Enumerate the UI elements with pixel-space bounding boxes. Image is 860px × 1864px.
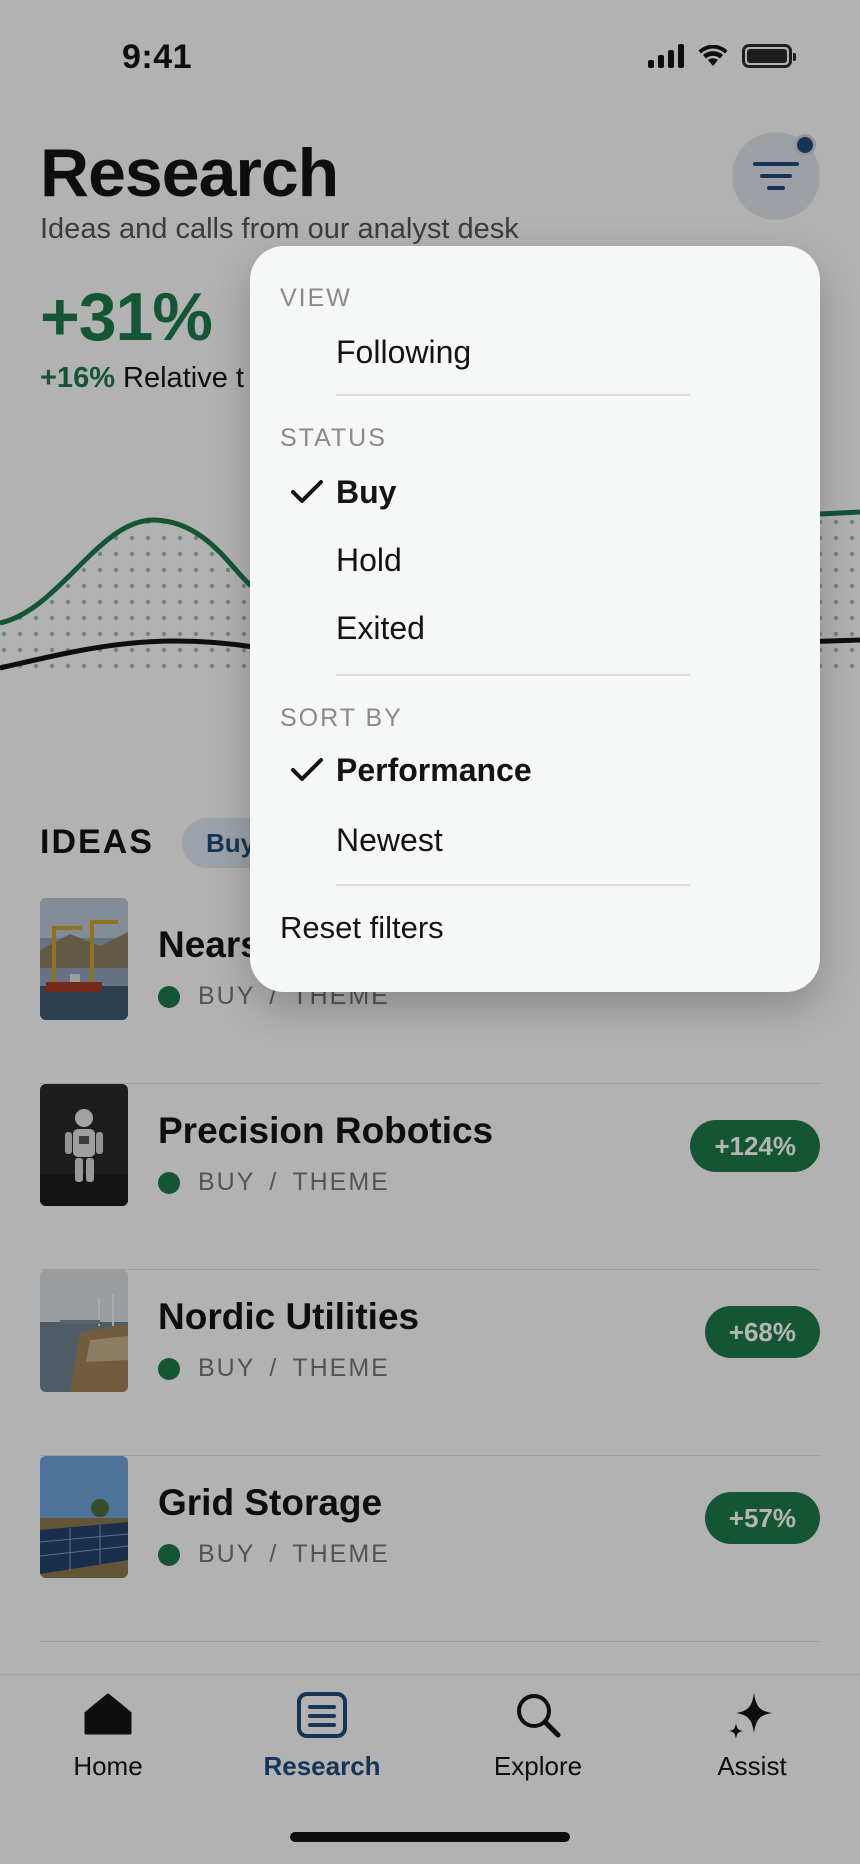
menu-section-status: STATUS: [280, 424, 387, 452]
menu-divider: [336, 674, 690, 676]
menu-item-hold[interactable]: Hold: [336, 542, 402, 579]
filter-menu: VIEW Following STATUS Buy Hold Exited SO…: [250, 246, 820, 992]
menu-item-exited[interactable]: Exited: [336, 610, 425, 647]
checkmark-icon: [291, 758, 323, 781]
menu-divider: [336, 884, 690, 886]
menu-section-sort: SORT BY: [280, 704, 403, 732]
menu-divider: [336, 394, 690, 396]
menu-item-buy[interactable]: Buy: [336, 474, 396, 511]
menu-section-view: VIEW: [280, 284, 352, 312]
reset-filters-button[interactable]: Reset filters: [280, 910, 444, 946]
menu-item-performance[interactable]: Performance: [336, 752, 532, 789]
menu-item-newest[interactable]: Newest: [336, 822, 443, 859]
checkmark-icon: [291, 480, 323, 503]
menu-item-following[interactable]: Following: [336, 334, 471, 371]
